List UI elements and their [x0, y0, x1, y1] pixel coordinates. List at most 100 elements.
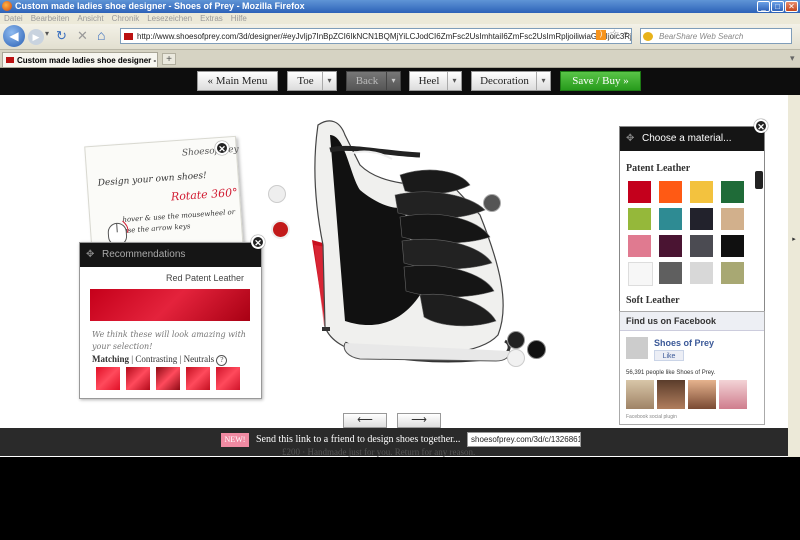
menu-datei[interactable]: Datei: [4, 14, 23, 23]
stop-icon[interactable]: ✕: [77, 28, 88, 44]
chevron-down-icon[interactable]: ▾: [386, 72, 400, 90]
material-swatch[interactable]: [721, 208, 744, 230]
tab-matching[interactable]: Matching: [92, 354, 129, 364]
tab-contrasting[interactable]: Contrasting: [135, 354, 177, 364]
material-swatch[interactable]: [721, 262, 744, 284]
close-material-panel-icon[interactable]: ✕: [754, 119, 768, 133]
material-swatch[interactable]: [659, 208, 682, 230]
material-swatch[interactable]: [690, 235, 713, 257]
back-button[interactable]: Back ▾: [346, 71, 401, 91]
site-favicon: [124, 33, 133, 40]
patent-leather-heading: Patent Leather: [626, 163, 691, 174]
material-swatch[interactable]: [628, 181, 651, 203]
forward-icon[interactable]: ▶: [28, 29, 44, 45]
heel-button[interactable]: Heel ▾: [409, 71, 462, 91]
tab-list-icon[interactable]: ▾: [790, 53, 795, 64]
decoration-button[interactable]: Decoration ▾: [471, 71, 551, 91]
material-panel-title: Choose a material...: [642, 133, 732, 144]
window-title: Custom made ladies shoe designer - Shoes…: [15, 1, 305, 11]
page-scrollbar[interactable]: ▸: [788, 95, 800, 457]
url-bar[interactable]: http://www.shoesofprey.com/3d/designer/#…: [120, 28, 632, 44]
menu-bar: Datei Bearbeiten Ansicht Chronik Lesezeichen…: [0, 13, 800, 24]
material-swatch[interactable]: [628, 262, 653, 286]
back-icon[interactable]: ◀: [3, 25, 25, 47]
star-icon[interactable]: ☆: [609, 27, 620, 41]
selected-material-name: Red Patent Leather: [166, 273, 245, 283]
rotate-right-button[interactable]: ⟶: [397, 413, 441, 428]
new-tab-button[interactable]: +: [162, 53, 176, 65]
chevron-down-icon[interactable]: ▾: [447, 72, 461, 90]
main-menu-button[interactable]: « Main Menu: [197, 71, 278, 91]
rec-swatch[interactable]: [216, 367, 240, 390]
facebook-like-button[interactable]: Like: [654, 350, 684, 361]
new-badge: NEW!: [221, 433, 249, 447]
arrow-left-icon: ⟵: [357, 414, 373, 426]
hotspot-toe-white[interactable]: [268, 185, 286, 203]
decoration-label: Decoration: [480, 75, 529, 87]
tab-label: Custom made ladies shoe designer - ...: [17, 56, 158, 65]
save-buy-button[interactable]: Save / Buy »: [560, 71, 641, 91]
rec-swatch[interactable]: [156, 367, 180, 390]
rss-icon[interactable]: ): [596, 30, 606, 40]
facebook-header: Find us on Facebook: [620, 312, 764, 331]
hotspot-heel-red[interactable]: [271, 220, 290, 239]
chevron-down-icon[interactable]: ▾: [322, 72, 336, 90]
share-text: Send this link to a friend to design sho…: [256, 434, 461, 445]
hotspot-sole-white[interactable]: [507, 349, 525, 367]
rec-swatch[interactable]: [126, 367, 150, 390]
move-icon[interactable]: ✥: [626, 127, 634, 151]
facebook-brand-link[interactable]: Shoes of Prey: [654, 338, 714, 348]
material-swatch[interactable]: [721, 235, 744, 257]
search-engine-icon[interactable]: [643, 32, 653, 41]
material-swatch[interactable]: [690, 181, 713, 203]
toe-button[interactable]: Toe ▾: [287, 71, 337, 91]
menu-chronik[interactable]: Chronik: [112, 14, 140, 23]
hotspot-sole-black[interactable]: [527, 340, 546, 359]
fan-avatar[interactable]: [719, 380, 747, 409]
material-swatch[interactable]: [628, 235, 651, 257]
material-scrollbar[interactable]: [755, 153, 763, 303]
menu-ansicht[interactable]: Ansicht: [77, 14, 103, 23]
material-swatch[interactable]: [659, 235, 682, 257]
close-recommendations-icon[interactable]: ✕: [251, 235, 265, 249]
tab-neutrals[interactable]: Neutrals: [184, 354, 215, 364]
recommendations-panel: ✥ Recommendations Red Patent Leather We …: [79, 242, 262, 399]
tab-bar: Custom made ladies shoe designer - ... +…: [0, 50, 800, 68]
material-swatch[interactable]: [690, 262, 713, 284]
menu-bearbeiten[interactable]: Bearbeiten: [31, 14, 70, 23]
fan-avatar[interactable]: [657, 380, 685, 409]
fan-avatar[interactable]: [688, 380, 716, 409]
url-dropdown-icon[interactable]: ▾: [624, 30, 628, 38]
material-swatch[interactable]: [721, 181, 744, 203]
chevron-down-icon[interactable]: ▾: [536, 72, 550, 90]
menu-lesezeichen[interactable]: Lesezeichen: [147, 14, 192, 23]
hotspot-toe-black[interactable]: [507, 331, 525, 349]
help-icon[interactable]: ?: [216, 355, 228, 366]
material-swatch[interactable]: [690, 208, 713, 230]
material-swatch[interactable]: [659, 262, 682, 284]
hotspot-upper-grey[interactable]: [483, 194, 501, 212]
search-input[interactable]: BearShare Web Search: [640, 28, 792, 44]
history-dropdown-icon[interactable]: ▾: [45, 29, 49, 38]
recommendations-header: ✥ Recommendations: [80, 243, 261, 267]
maximize-button[interactable]: □: [771, 1, 784, 12]
material-scroll-thumb[interactable]: [755, 171, 763, 189]
scrollbar-arrow-icon[interactable]: ▸: [789, 235, 799, 245]
close-note-icon[interactable]: ✕: [215, 141, 229, 155]
menu-extras[interactable]: Extras: [200, 14, 223, 23]
home-icon[interactable]: ⌂: [97, 27, 105, 43]
material-swatch[interactable]: [659, 181, 682, 203]
rec-swatch[interactable]: [96, 367, 120, 390]
browser-tab[interactable]: Custom made ladies shoe designer - ...: [2, 52, 158, 67]
minimize-button[interactable]: _: [757, 1, 770, 12]
footer-note: £200 · Handmade just for you. Return for…: [282, 447, 476, 457]
rec-swatch[interactable]: [186, 367, 210, 390]
rotate-left-button[interactable]: ⟵: [343, 413, 387, 428]
fan-avatar[interactable]: [626, 380, 654, 409]
share-url-field[interactable]: shoesofprey.com/3d/c/1326861: [467, 432, 581, 447]
move-icon[interactable]: ✥: [86, 243, 94, 267]
menu-hilfe[interactable]: Hilfe: [231, 14, 247, 23]
close-window-button[interactable]: ✕: [785, 1, 798, 12]
material-swatch[interactable]: [628, 208, 651, 230]
reload-icon[interactable]: ↻: [56, 28, 67, 44]
